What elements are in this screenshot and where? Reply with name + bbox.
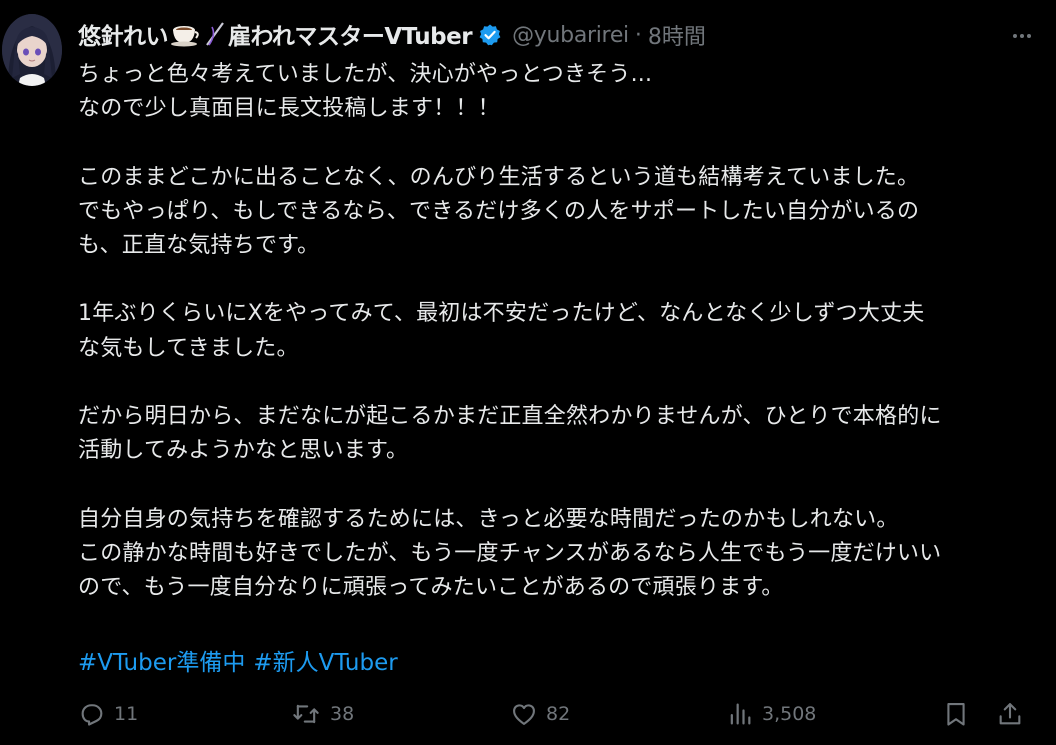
avatar[interactable] xyxy=(2,14,62,86)
tweet: 悠針れい 雇われマスターVTuber @yubarirei · 8時間 ちょっと色… xyxy=(0,0,1056,745)
reply-icon xyxy=(81,704,103,726)
tweet-paragraph: このままどこかに出ることなく、のんびり生活するという道も結構考えていました。 で… xyxy=(78,164,920,259)
tweet-paragraph-spacer xyxy=(78,126,1038,160)
tweet-header: 悠針れい 雇われマスターVTuber @yubarirei · 8時間 xyxy=(78,18,1036,52)
like-count: 82 xyxy=(546,703,571,725)
like-button[interactable]: 82 xyxy=(510,698,570,730)
tweet-paragraph: だから明日から、まだなにが起こるかまだ正直全然わかりませんが、ひとりで本格的に … xyxy=(78,404,942,464)
reply-button[interactable]: 11 xyxy=(78,698,138,730)
display-name-prefix: 悠針れい xyxy=(78,23,169,50)
views-button[interactable]: 3,508 xyxy=(726,698,816,730)
reply-count: 11 xyxy=(114,703,139,725)
coffee-cup-icon xyxy=(170,21,200,53)
share-icon xyxy=(999,703,1021,725)
hashtag-list: #VTuber準備中 #新人VTuber xyxy=(78,643,406,677)
header-separator: · xyxy=(634,22,642,48)
tweet-paragraph: 1年ぶりくらいにXをやってみて、最初は不安だったけど、なんとなく少しずつ大丈夫 … xyxy=(78,301,925,361)
share-button[interactable] xyxy=(996,698,1032,730)
hashtag-link[interactable]: #新人VTuber xyxy=(253,650,397,676)
views-chart-icon xyxy=(730,703,751,725)
display-name-suffix: 雇われマスターVTuber xyxy=(228,23,473,50)
verified-badge-icon[interactable] xyxy=(478,23,502,47)
view-count: 3,508 xyxy=(762,703,817,725)
tweet-paragraph-spacer xyxy=(78,263,1038,297)
retweet-icon xyxy=(293,704,319,724)
tweet-paragraph-spacer xyxy=(78,366,1038,400)
more-dots-icon[interactable] xyxy=(1008,22,1036,50)
needle-icon xyxy=(204,21,226,53)
tweet-paragraph-spacer xyxy=(78,468,1038,502)
hashtag-link[interactable]: #VTuber準備中 xyxy=(78,650,245,676)
author-handle[interactable]: @yubarirei xyxy=(512,23,629,48)
bookmark-icon xyxy=(947,703,965,726)
heart-icon xyxy=(513,704,535,725)
tweet-timestamp[interactable]: 8時間 xyxy=(648,19,706,51)
display-name[interactable]: 悠針れい 雇われマスターVTuber xyxy=(78,17,473,54)
bookmark-button[interactable] xyxy=(942,698,978,730)
tweet-paragraph: 自分自身の気持ちを確認するためには、きっと必要な時間だったのかもしれない。 この… xyxy=(78,506,942,601)
action-bar: 11 38 82 3,508 xyxy=(78,698,1038,730)
tweet-text: ちょっと色々考えていましたが、決心がやっとつきそう... なので少し真面目に長文… xyxy=(78,58,1038,605)
retweet-count: 38 xyxy=(330,703,355,725)
tweet-paragraph: ちょっと色々考えていましたが、決心がやっとつきそう... なので少し真面目に長文… xyxy=(78,62,653,122)
retweet-button[interactable]: 38 xyxy=(290,698,354,730)
